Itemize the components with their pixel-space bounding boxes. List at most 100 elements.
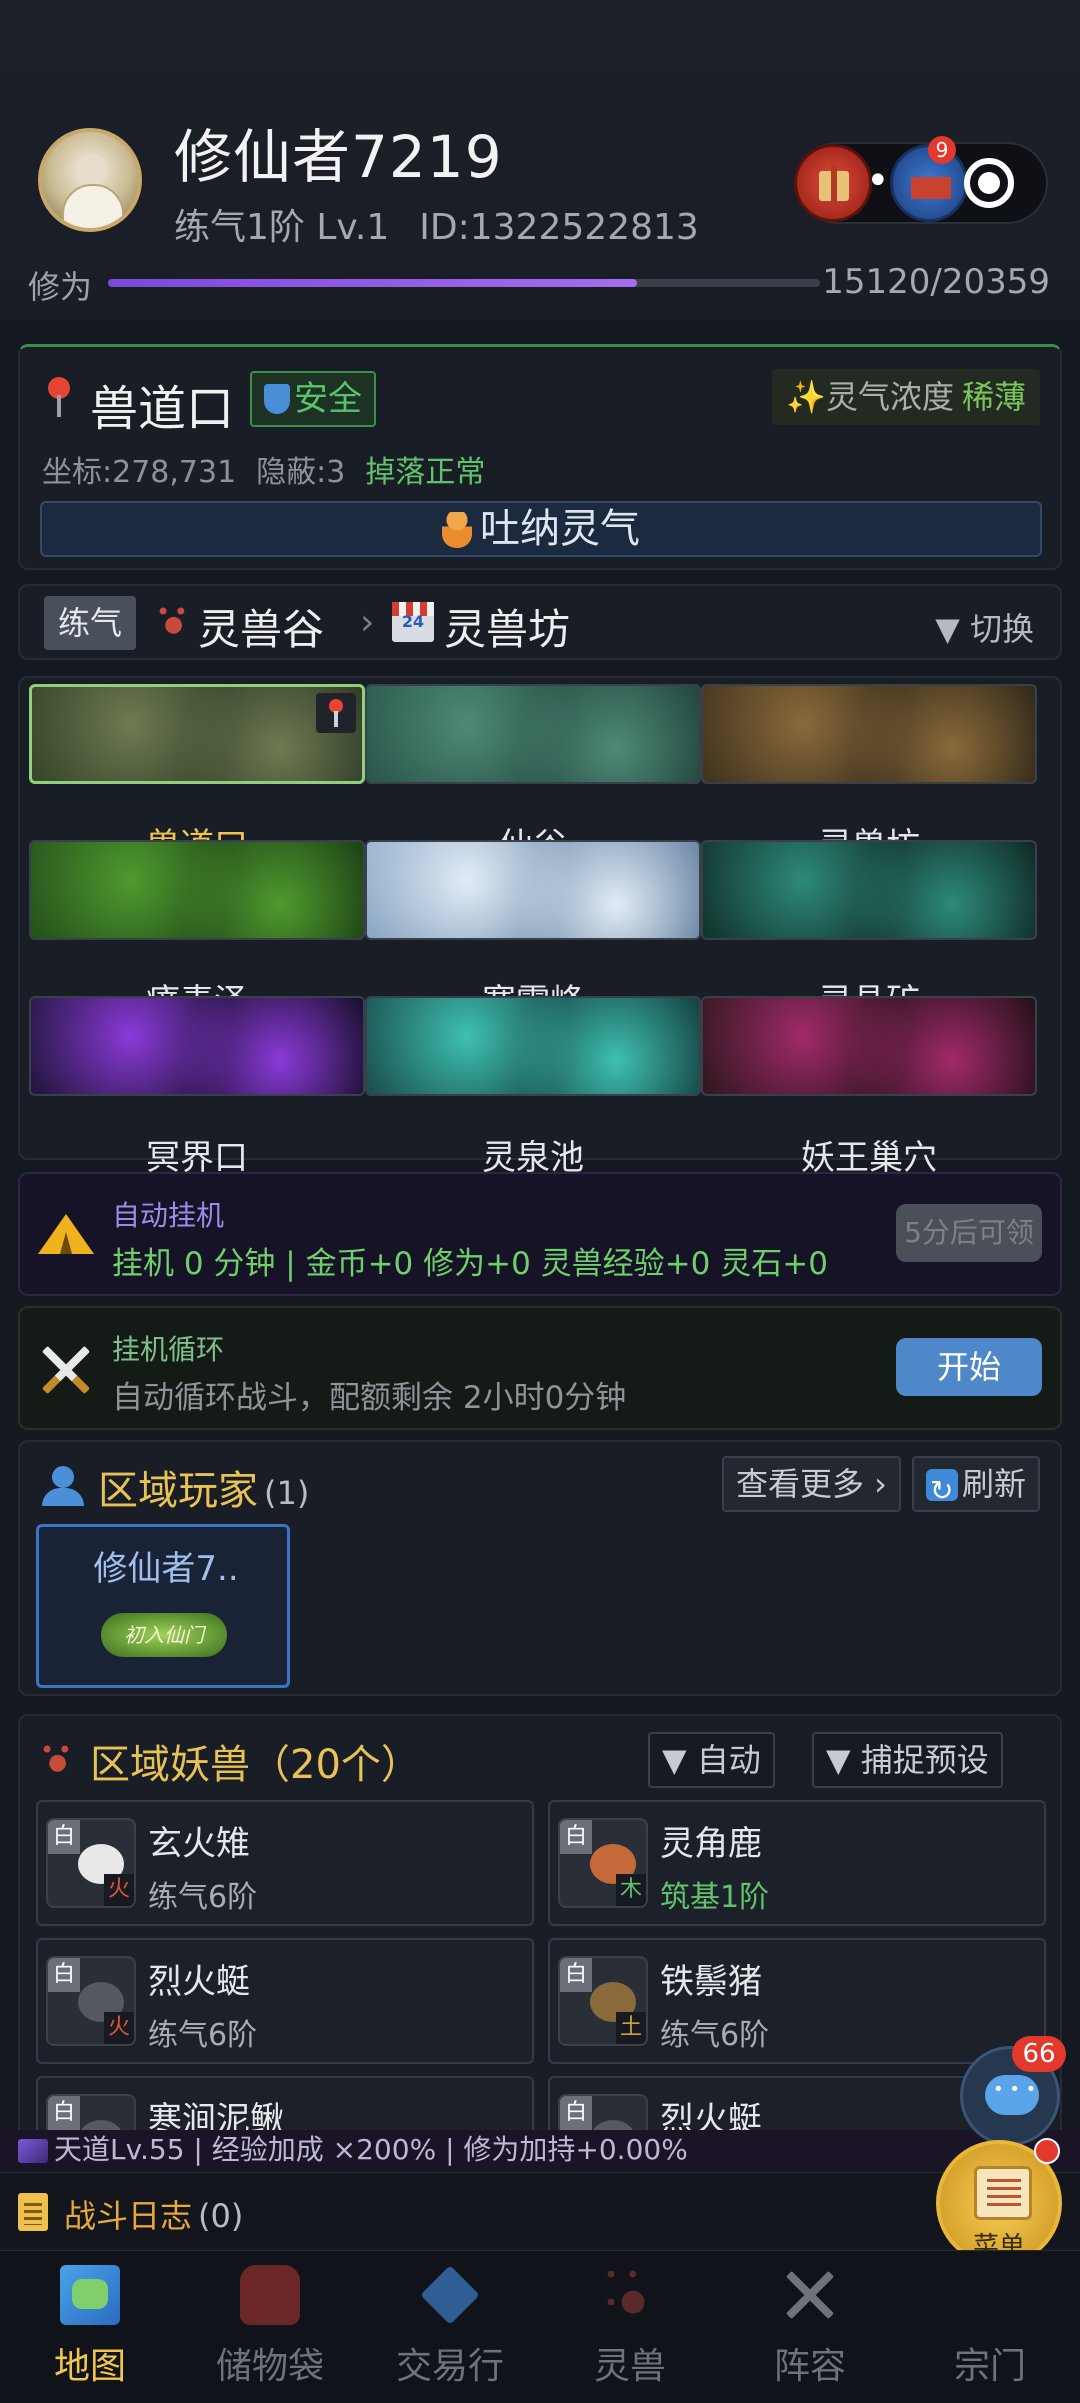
crossed-swords-icon [38,1342,94,1398]
header-action-capsule: ••• 9 [794,136,1048,224]
beast-card[interactable]: 白土铁鬃猪练气6阶 [548,1938,1046,2064]
location-pin-icon [46,377,72,417]
dao-icon [18,2139,48,2163]
beast-card[interactable]: 白火玄火雉 练气6阶 [36,1800,534,1926]
map-tile[interactable] [365,684,701,784]
scroll-icon [974,2166,1032,2220]
beast-portrait: 白土 [558,1956,648,2046]
breathe-label: 吐纳灵气 [480,506,640,552]
drop-status: 掉落正常 [365,455,486,490]
tab-3[interactable]: 灵兽 [540,2251,720,2403]
auto-hang-panel: 自动挂机 挂机 0 分钟 | 金币+0 修为+0 灵兽经验+0 灵石+0 5分后… [18,1172,1062,1296]
tab-label: 阵容 [773,2346,846,2387]
crossed-swords-icon [780,2265,840,2325]
element-tag: 土 [616,2012,646,2044]
beast-name: 烈火蜓 [660,2100,762,2134]
battle-log-bar[interactable]: 战斗日志 (0) [0,2172,1080,2248]
map-tile[interactable] [29,684,365,784]
location-coords: 坐标:278,731 [42,455,237,490]
map-tile[interactable] [29,840,365,940]
capture-preset-button[interactable]: ▼ 捕捉预设 [812,1732,1003,1788]
tab-5[interactable]: 宗门 [900,2251,1080,2403]
map-tile[interactable] [701,684,1037,784]
tab-1[interactable]: 储物袋 [180,2251,360,2403]
cultivation-label: 修为 [28,268,93,306]
current-location-pin-icon [316,693,356,733]
menu-notification-dot [1034,2138,1060,2164]
region-players-label: 区域玩家 [98,1468,258,1514]
refresh-icon [926,1465,958,1517]
beast-card[interactable]: 白木灵角鹿 筑基1阶 [548,1800,1046,1926]
breadcrumb-region[interactable]: 灵兽谷 [198,596,324,657]
people-icon [38,1466,84,1506]
realm-level: 练气1阶 Lv.1 [174,207,390,248]
beast-name: 玄火雉 [148,1824,250,1864]
map-tile[interactable] [701,840,1037,940]
location-meta: 坐标:278,731 隐蔽:3 掉落正常 [42,447,505,491]
location-stealth: 隐蔽:3 [256,455,346,490]
start-loop-button[interactable]: 开始 [896,1338,1042,1396]
chat-badge: 66 [1012,2036,1066,2072]
beast-name: 铁鬃猪 [660,1962,762,2002]
location-panel: 兽道口 安全 ✨灵气浓度 稀薄 坐标:278,731 隐蔽:3 掉落正常 吐纳灵气 [18,344,1062,570]
cultivation-value: 15120/20359 [822,262,1050,302]
aura-density: ✨灵气浓度 稀薄 [772,369,1040,425]
tab-4[interactable]: 阵容 [720,2251,900,2403]
refresh-button[interactable]: 刷新 [912,1456,1041,1517]
breadcrumb-subregion[interactable]: 灵兽坊 [444,596,570,657]
area-navigation: 练气 灵兽谷 › 灵兽坊 ▼ 切换 [18,584,1062,660]
temple-icon [960,2265,1020,2325]
tab-label: 储物袋 [215,2346,324,2387]
paw-icon [156,598,190,642]
bag-icon [240,2265,300,2325]
map-tile[interactable] [701,996,1037,1096]
map-grid: 兽道口仙谷灵兽坊瘴毒泽寒霜峰灵晶矿冥界口灵泉池妖王巢穴 [18,676,1062,1178]
region-beasts-panel: 区域妖兽（20个） ▼ 自动 ▼ 捕捉预设 白火玄火雉练气6阶白木灵角鹿筑基1阶… [18,1714,1062,2134]
tab-label: 交易行 [395,2346,504,2387]
player-title-badge: 初入仙门 [101,1613,227,1657]
auto-filter-button[interactable]: ▼ 自动 [648,1732,775,1788]
rarity-tag: 白 [560,1820,592,1854]
record-icon[interactable] [964,158,1014,208]
tab-0[interactable]: 地图 [0,2251,180,2403]
rarity-tag: 白 [560,2096,592,2130]
avatar-robe [62,184,124,228]
bottom-tab-bar: 地图 储物袋 交易行 灵兽 阵容 宗门 [0,2250,1080,2403]
cultivation-progress-bar [108,279,820,287]
rarity-tag: 白 [48,1820,80,1854]
view-more-button[interactable]: 查看更多 › [722,1456,901,1512]
paw-icon [40,1736,74,1780]
beast-card[interactable]: 白 寒涧泥鳅 [36,2076,534,2134]
rarity-tag: 白 [48,2096,80,2130]
breadcrumb-separator: › [360,602,375,643]
tab-2[interactable]: 交易行 [360,2251,540,2403]
safety-label: 安全 [294,379,362,419]
map-tile[interactable] [365,840,701,940]
rarity-tag: 白 [48,1958,80,1992]
dao-bonus-text: 天道Lv.55 | 经验加成 ×200% | 修为加持+0.00% [54,2133,688,2166]
mail-badge: 9 [928,136,956,164]
shop-icon [392,602,434,642]
safety-badge: 安全 [250,371,376,427]
map-tile[interactable] [29,996,365,1096]
map-tile[interactable] [365,996,701,1096]
player-avatar[interactable] [38,128,142,232]
gift-icon[interactable] [794,144,872,222]
tab-label: 地图 [53,2346,126,2387]
beast-portrait: 白木 [558,1818,648,1908]
location-name: 兽道口 [90,381,235,437]
claim-rewards-button[interactable]: 5分后可领 [896,1204,1042,1262]
paw-icon [600,2261,660,2325]
beast-name: 寒涧泥鳅 [148,2100,284,2134]
battle-log-title: 战斗日志 [64,2197,193,2235]
beast-name: 烈火蜓 [148,1962,250,2002]
switch-area-button[interactable]: ▼ 切换 [935,604,1034,650]
avatar-face [78,154,108,186]
beast-portrait: 白 [46,2094,136,2134]
breathe-aura-button[interactable]: 吐纳灵气 [40,501,1042,557]
beast-level: 练气6阶 [660,2018,770,2053]
shield-icon [264,384,290,414]
player-card[interactable]: 修仙者7.. 初入仙门 [36,1524,290,1688]
beast-card[interactable]: 白火烈火蜓 练气6阶 [36,1938,534,2064]
battle-log-count: (0) [198,2197,244,2235]
